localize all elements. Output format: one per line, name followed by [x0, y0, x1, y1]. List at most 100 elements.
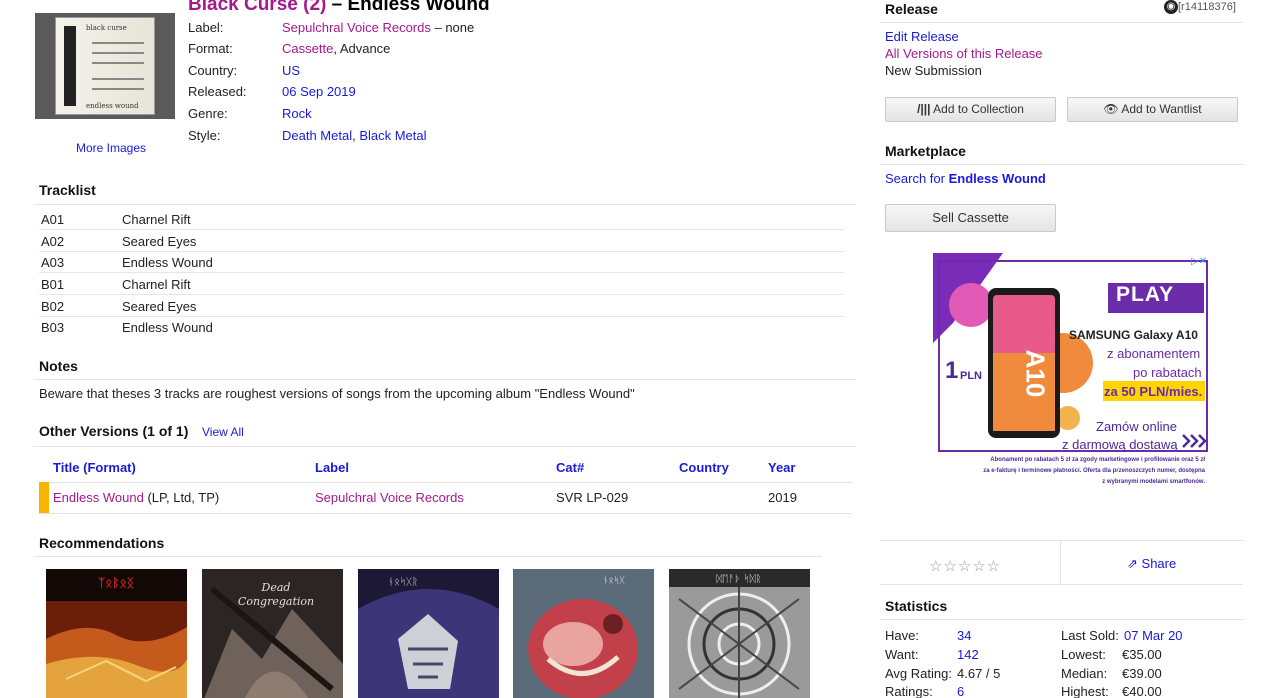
info-country-row: Country: US [188, 63, 300, 78]
sort-cat[interactable]: Cat# [556, 460, 584, 475]
share-button[interactable]: ⇗ Share [1127, 556, 1176, 572]
notes-heading: Notes [39, 358, 78, 374]
ad-brand: PLAY [1116, 283, 1175, 306]
cover-line [92, 88, 144, 90]
edit-release-link[interactable]: Edit Release [885, 29, 959, 44]
version-title-cell: Endless Wound (LP, Ltd, TP) [53, 490, 219, 505]
sort-country[interactable]: Country [679, 460, 729, 475]
add-to-wantlist-button[interactable]: 👁 Add to Wantlist [1067, 97, 1238, 122]
ad-choices-icon[interactable]: ▷✕ [1191, 256, 1207, 267]
sort-label[interactable]: Label [315, 460, 349, 475]
recommendation-cover[interactable]: Dead Congregation [202, 569, 343, 698]
genre-link[interactable]: Rock [282, 106, 312, 121]
album-cover-2-icon: Dead Congregation [202, 569, 343, 698]
cassette-spine [64, 26, 76, 106]
stat-lowest: Lowest: €35.00 [1061, 647, 1162, 662]
recommendation-cover[interactable]: ᚾᛟᛋᚷᚱ [358, 569, 499, 698]
info-key: Country: [188, 63, 238, 78]
version-format: (LP, Ltd, TP) [143, 490, 220, 505]
sell-cassette-button[interactable]: Sell Cassette [885, 204, 1056, 232]
sort-title[interactable]: Title [53, 460, 80, 475]
stat-highest: Highest: €40.00 [1061, 684, 1162, 698]
lowest-value: €35.00 [1122, 647, 1162, 662]
view-all-link[interactable]: View All [202, 425, 244, 439]
release-cover-image[interactable]: black curse endless wound [35, 13, 175, 119]
stat-key: Last Sold: [1061, 628, 1119, 643]
info-key: Released: [188, 84, 247, 99]
share-label: Share [1141, 556, 1177, 571]
stat-last-sold: Last Sold: 07 Mar 20 [1061, 628, 1183, 643]
advertisement[interactable]: ▷✕ PLAY SAMSUNG Galaxy A10 z abonamentem… [933, 253, 1209, 493]
ad-line2: po rabatach [1133, 365, 1202, 380]
album-cover-4-icon: ᚾᛟᛋᚷ [513, 569, 654, 698]
released-link[interactable]: 06 Sep 2019 [282, 84, 356, 99]
have-link[interactable]: 34 [957, 628, 971, 643]
track-position: B03 [41, 320, 65, 335]
svg-text:Dead: Dead [261, 581, 291, 594]
ad-fine-print-3: z wybranymi modelami smartfonów. [1102, 479, 1205, 485]
country-link[interactable]: US [282, 63, 300, 78]
stat-avg-rating: Avg Rating: 4.67 / 5 [885, 666, 1000, 681]
info-key: Style: [188, 128, 221, 143]
more-images-link[interactable]: More Images [76, 141, 146, 155]
cover-artist-text: black curse [86, 24, 127, 32]
statistics-heading: Statistics [885, 598, 948, 614]
other-versions-heading: Other Versions (1 of 1) [39, 423, 189, 439]
svg-text:ᚾᛟᛋᚷᚱ: ᚾᛟᛋᚷᚱ [388, 576, 418, 588]
eye-icon: 👁 [1103, 102, 1119, 116]
divider [39, 482, 852, 483]
version-highlight-bar [39, 482, 49, 513]
release-heading: Release [885, 1, 938, 17]
track-position: A01 [41, 212, 65, 227]
divider [880, 22, 1243, 23]
style-link-black-metal[interactable]: Black Metal [359, 128, 426, 143]
recommendation-cover[interactable]: ᛉᛟᛒᛟᛝ [46, 569, 187, 698]
cover-line [92, 42, 144, 44]
recommendation-cover[interactable]: ᚾᛟᛋᚷ [513, 569, 654, 698]
format-link[interactable]: Cassette [282, 41, 333, 56]
divider [33, 379, 856, 380]
ratings-link[interactable]: 6 [957, 684, 964, 698]
label-suffix: – none [430, 20, 475, 35]
search-marketplace-link[interactable]: Search for Endless Wound [885, 171, 1046, 186]
track-title: Endless Wound [122, 255, 213, 270]
rating-stars[interactable]: ☆☆☆☆☆ [929, 557, 1001, 575]
track-row: B01 Charnel Rift [39, 273, 844, 295]
ad-line1: z abonamentem [1107, 346, 1201, 361]
stat-key: Ratings: [885, 684, 933, 698]
divider [39, 513, 852, 514]
sort-year[interactable]: Year [768, 460, 795, 475]
track-position: B02 [41, 299, 65, 314]
release-id-text: [r14118376] [1178, 0, 1236, 13]
cover-title-text: endless wound [86, 102, 139, 110]
recommendation-cover[interactable]: ᛞᛖᚨᚦ ᛋᛞᚱ [669, 569, 810, 698]
album-cover-5-icon: ᛞᛖᚨᚦ ᛋᛞᚱ [669, 569, 810, 698]
svg-text:Congregation: Congregation [238, 595, 314, 608]
add-to-collection-button[interactable]: /||| Add to Collection [885, 97, 1056, 122]
all-versions-link[interactable]: All Versions of this Release [885, 46, 1043, 61]
stat-key: Lowest: [1061, 647, 1106, 662]
last-sold-link[interactable]: 07 Mar 20 [1124, 628, 1183, 643]
track-title: Endless Wound [122, 320, 213, 335]
release-title: Endless Wound [347, 0, 490, 15]
recommendations-heading: Recommendations [39, 535, 165, 551]
svg-text:ᚾᛟᛋᚷ: ᚾᛟᛋᚷ [603, 575, 625, 586]
search-term: Endless Wound [948, 171, 1046, 186]
stat-want: Want: 142 [885, 647, 979, 662]
artist-link[interactable]: Black Curse (2) [188, 0, 326, 15]
ad-price: za 50 PLN/mies. [1104, 384, 1203, 399]
cover-line [92, 52, 144, 54]
divider [880, 619, 1243, 620]
notes-text: Beware that theses 3 tracks are roughest… [39, 386, 635, 401]
style-link-death-metal[interactable]: Death Metal [282, 128, 352, 143]
sort-format[interactable]: Format [87, 460, 131, 475]
version-label-link[interactable]: Sepulchral Voice Records [315, 490, 464, 505]
label-link[interactable]: Sepulchral Voice Records [282, 20, 431, 35]
want-link[interactable]: 142 [957, 647, 979, 662]
version-cat: SVR LP-029 [556, 490, 629, 505]
info-key: Genre: [188, 106, 228, 121]
stat-key: Avg Rating: [885, 666, 952, 681]
divider [880, 540, 1243, 541]
version-year: 2019 [768, 490, 797, 505]
version-title-link[interactable]: Endless Wound [53, 490, 144, 505]
